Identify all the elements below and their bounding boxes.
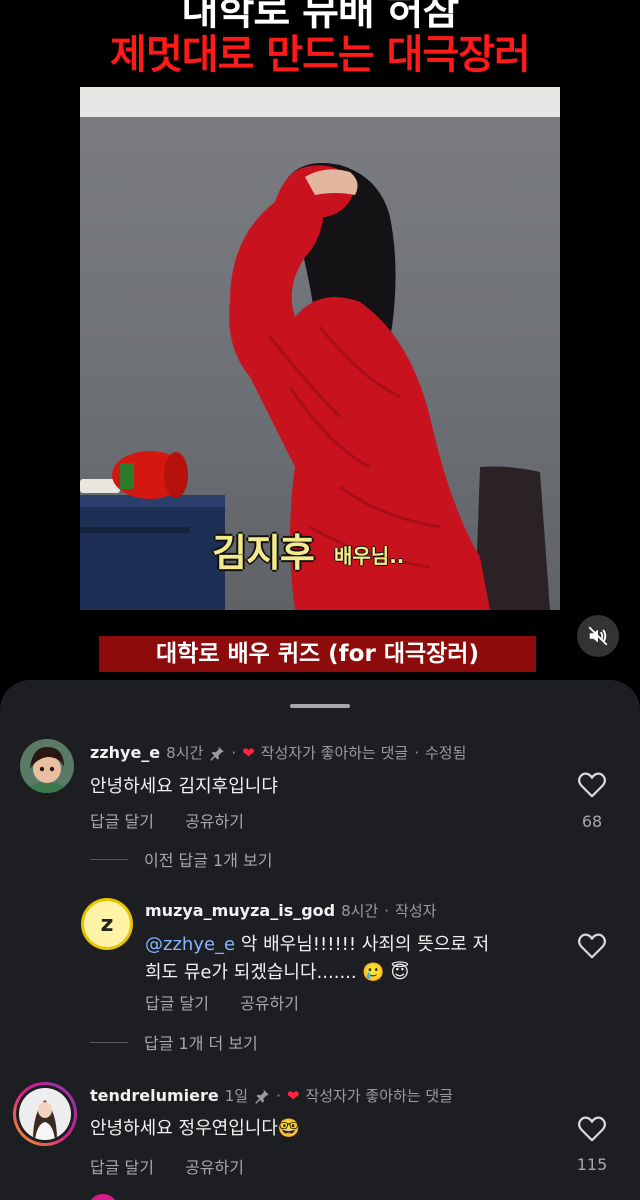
- like-count: 68: [581, 812, 603, 831]
- avatar[interactable]: z: [81, 898, 133, 950]
- comment-time: 8시간: [341, 902, 379, 920]
- comment-actions: 답글 달기 공유하기: [145, 990, 325, 1014]
- comment-time: 1일: [224, 1087, 249, 1105]
- heart-icon: ❤: [286, 1086, 300, 1105]
- avatar[interactable]: [13, 1082, 77, 1146]
- reply-button[interactable]: 답글 달기: [90, 1158, 154, 1177]
- reply-button[interactable]: 답글 달기: [145, 994, 209, 1013]
- comment-actions: 답글 달기 공유하기: [90, 1154, 270, 1178]
- sheet-drag-handle[interactable]: [290, 704, 350, 708]
- author-label: 작성자: [395, 902, 437, 920]
- comment-time: 8시간: [166, 744, 204, 762]
- comment-text-line2: 희도 뮤e가 되겠습니다....... 🥲 😇: [145, 962, 410, 983]
- avatar[interactable]: [20, 739, 74, 793]
- video-frame: [80, 87, 560, 610]
- comment-username[interactable]: zzhye_e: [90, 743, 160, 762]
- liked-by-author-label: 작성자가 좋아하는 댓글: [305, 1087, 453, 1105]
- mute-button[interactable]: [577, 615, 619, 657]
- comment-text: 안녕하세요 김지후입니댜: [90, 776, 278, 797]
- mention-link[interactable]: @zzhye_e: [145, 934, 235, 955]
- video-title-line2: 제멋대로 만드는 대극장러: [110, 32, 531, 78]
- like-button[interactable]: [577, 1115, 607, 1143]
- comment-text-line1: @zzhye_e 악 배우님!!!!!! 사죄의 뜻으로 저: [145, 934, 490, 955]
- view-previous-replies-label: 이전 답글 1개 보기: [144, 851, 273, 870]
- view-more-replies-label: 답글 1개 더 보기: [144, 1034, 258, 1053]
- comment-username[interactable]: muzya_muyza_is_god: [145, 901, 335, 920]
- sweat-smile-emoji: 🥲 😇: [362, 962, 410, 983]
- reel-video[interactable]: 대학로 뮤배 허참 제멋대로 만드는 대극장러 김지후 배우님.. 대학로 배우…: [0, 0, 640, 700]
- comment-header: muzya_muyza_is_god 8시간 · 작성자: [145, 901, 437, 920]
- reply-button[interactable]: 답글 달기: [90, 812, 154, 831]
- comment-header: zzhye_e 8시간 · ❤ 작성자가 좋아하는 댓글 · 수정됨: [90, 743, 467, 762]
- avatar[interactable]: [88, 1194, 118, 1200]
- video-subtitle-suffix: 배우님..: [334, 544, 405, 568]
- view-more-replies[interactable]: 답글 1개 더 보기: [90, 1030, 258, 1054]
- like-button[interactable]: [577, 771, 607, 799]
- comment-text: 안녕하세요 정우연입니다🤓: [90, 1118, 301, 1139]
- pin-icon: [210, 745, 224, 761]
- view-previous-replies[interactable]: 이전 답글 1개 보기: [90, 847, 272, 871]
- speaker-muted-icon: [588, 626, 608, 646]
- comment-header: tendrelumiere 1일 · ❤ 작성자가 좋아하는 댓글: [90, 1086, 453, 1105]
- video-scene: [80, 163, 550, 610]
- comment-actions: 답글 달기 공유하기: [90, 808, 270, 832]
- nerd-face-emoji: 🤓: [277, 1118, 301, 1139]
- video-caption-banner: 대학로 배우 퀴즈 (for 대극장러): [99, 636, 536, 672]
- like-button[interactable]: [577, 932, 607, 960]
- edited-label: 수정됨: [425, 744, 467, 762]
- comments-sheet: zzhye_e 8시간 · ❤ 작성자가 좋아하는 댓글 · 수정됨 안녕하세요…: [0, 680, 640, 1200]
- share-button[interactable]: 공유하기: [240, 994, 299, 1013]
- comment-username[interactable]: tendrelumiere: [90, 1086, 219, 1105]
- liked-by-author-label: 작성자가 좋아하는 댓글: [260, 744, 409, 762]
- pin-icon: [255, 1088, 269, 1104]
- share-button[interactable]: 공유하기: [185, 812, 244, 831]
- share-button[interactable]: 공유하기: [185, 1158, 244, 1177]
- like-count: 115: [576, 1155, 608, 1174]
- video-subtitle-name: 김지후: [212, 531, 315, 575]
- heart-icon: ❤: [242, 743, 255, 762]
